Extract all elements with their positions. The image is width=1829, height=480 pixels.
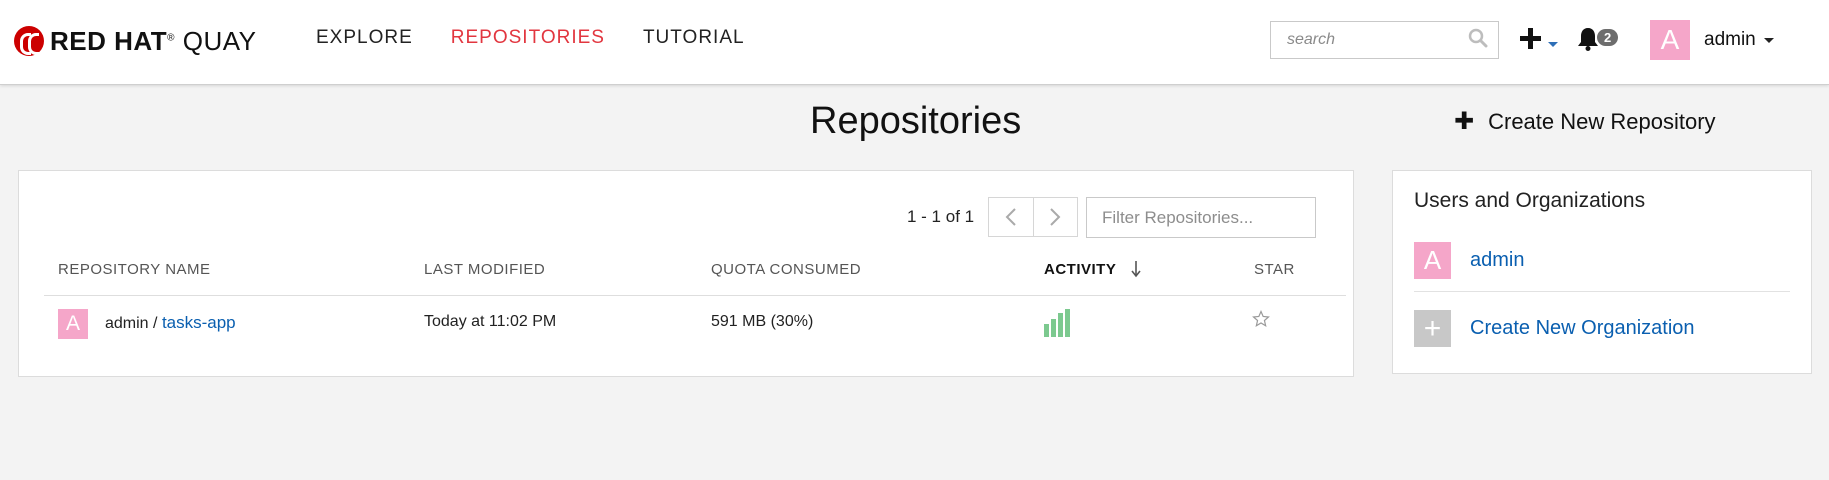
bell-icon xyxy=(1578,28,1598,51)
org-item-create: + Create New Organization xyxy=(1414,310,1695,347)
repository-link[interactable]: tasks-app xyxy=(162,313,236,332)
main-nav: EXPLORE REPOSITORIES TUTORIAL xyxy=(316,27,745,49)
column-header-repository-name[interactable]: REPOSITORY NAME xyxy=(58,261,211,278)
user-name: admin xyxy=(1704,29,1756,50)
header-divider xyxy=(44,295,1346,296)
chevron-right-icon xyxy=(1050,208,1061,226)
notifications-button[interactable]: 2 xyxy=(1577,26,1623,56)
filter-repositories-input[interactable] xyxy=(1086,197,1316,238)
caret-down-icon xyxy=(1763,37,1774,43)
divider xyxy=(1414,291,1790,292)
search-icon[interactable] xyxy=(1468,28,1488,53)
pagination-summary: 1 - 1 of 1 xyxy=(907,207,975,226)
user-menu[interactable]: A admin xyxy=(1650,20,1774,60)
column-header-last-modified[interactable]: LAST MODIFIED xyxy=(424,261,545,278)
panel-title: Users and Organizations xyxy=(1414,189,1646,212)
quota-consumed-cell: 591 MB (30%) xyxy=(711,313,814,330)
activity-bar xyxy=(1065,309,1070,337)
sort-descending-icon[interactable] xyxy=(1130,259,1142,284)
users-and-organizations-panel: Users and Organizations A admin + Create… xyxy=(1392,170,1812,374)
org-link-admin[interactable]: admin xyxy=(1470,249,1524,272)
column-header-activity[interactable]: ACTIVITY xyxy=(1044,261,1116,278)
org-item-admin: A admin xyxy=(1414,242,1524,279)
search-input[interactable] xyxy=(1287,31,1457,49)
pager xyxy=(988,197,1078,237)
column-header-star[interactable]: STAR xyxy=(1254,261,1295,278)
plus-icon xyxy=(1520,28,1558,49)
notification-count-badge: 2 xyxy=(1597,29,1619,46)
nav-repositories[interactable]: REPOSITORIES xyxy=(451,27,605,49)
repository-namespace: admin xyxy=(105,315,149,332)
activity-bar xyxy=(1044,324,1049,337)
plus-icon: ✚ xyxy=(1454,108,1475,135)
search-box xyxy=(1270,21,1499,59)
page-title: Repositories xyxy=(810,100,1022,142)
previous-page-button[interactable] xyxy=(989,198,1034,236)
next-page-button[interactable] xyxy=(1034,198,1078,236)
org-avatar: A xyxy=(1414,242,1451,279)
repositories-panel: 1 - 1 of 1 REPOSITORY NAME LAST MODIFIED… xyxy=(18,170,1354,377)
activity-bar xyxy=(1051,319,1056,337)
nav-tutorial[interactable]: TUTORIAL xyxy=(643,27,745,49)
create-new-repository-label: Create New Repository xyxy=(1488,109,1716,134)
column-header-quota-consumed[interactable]: QUOTA CONSUMED xyxy=(711,261,861,278)
red-hat-quay-logo[interactable]: RED HAT® QUAY xyxy=(14,26,257,56)
create-new-menu[interactable] xyxy=(1519,24,1563,54)
star-icon[interactable] xyxy=(1252,310,1270,333)
top-navbar: RED HAT® QUAY EXPLORE REPOSITORIES TUTOR… xyxy=(0,0,1829,85)
create-new-repository-button[interactable]: ✚ Create New Repository xyxy=(1454,109,1716,135)
namespace-separator: / xyxy=(153,315,158,332)
red-hat-logo-icon xyxy=(14,26,44,56)
activity-bars xyxy=(1044,308,1074,343)
last-modified-cell: Today at 11:02 PM xyxy=(424,313,557,330)
create-new-organization-link[interactable]: Create New Organization xyxy=(1470,317,1695,340)
user-avatar: A xyxy=(1650,20,1690,60)
activity-bar xyxy=(1058,313,1063,337)
namespace-avatar: A xyxy=(58,309,88,339)
chevron-down-icon xyxy=(1548,42,1558,47)
brand-name: RED HAT® QUAY xyxy=(50,25,257,56)
repository-full-name: admin / tasks-app xyxy=(105,313,236,333)
nav-explore[interactable]: EXPLORE xyxy=(316,27,413,49)
chevron-left-icon xyxy=(1005,208,1016,226)
add-organization-icon: + xyxy=(1414,310,1451,347)
